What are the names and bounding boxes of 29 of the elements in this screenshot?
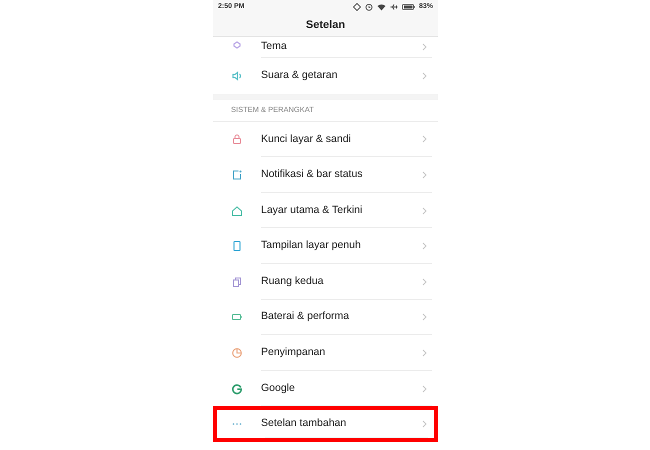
item-label: Penyimpanan (261, 345, 326, 360)
chevron-right-icon (422, 384, 427, 393)
chevron-right-icon (422, 206, 427, 215)
settings-item[interactable]: Kunci layar & sandi (213, 122, 438, 158)
item-label: Ruang kedua (261, 274, 324, 289)
alarm-icon (364, 3, 373, 11)
chevron-right-icon (422, 348, 427, 357)
chevron-right-icon (422, 242, 427, 250)
battery-icon (402, 4, 415, 10)
settings-item[interactable]: Setelan tambahan (213, 406, 438, 442)
item-label: Google (261, 380, 296, 396)
screen-title: Setelan (306, 18, 346, 33)
item-label: Tema (261, 39, 288, 54)
chevron-right-icon (422, 72, 427, 80)
item-label: Baterai & performa (261, 309, 350, 324)
item-label: Setelan tambahan (261, 416, 348, 432)
item-label: Suara & getaran (261, 68, 338, 83)
airplane-icon (390, 3, 398, 11)
item-label: Layar utama & Terkini (261, 202, 364, 218)
item-label: Tampilan layar penuh (261, 238, 362, 254)
item-label: Kunci layar & sandi (261, 132, 352, 147)
chevron-right-icon (422, 135, 427, 144)
chevron-right-icon (422, 313, 427, 322)
chevron-right-icon (422, 170, 427, 179)
chevron-right-icon (422, 420, 427, 428)
wifi-icon (376, 3, 386, 11)
chevron-right-icon (422, 278, 427, 286)
item-label: Notifikasi & bar status (261, 167, 364, 182)
chevron-right-icon (422, 43, 427, 51)
